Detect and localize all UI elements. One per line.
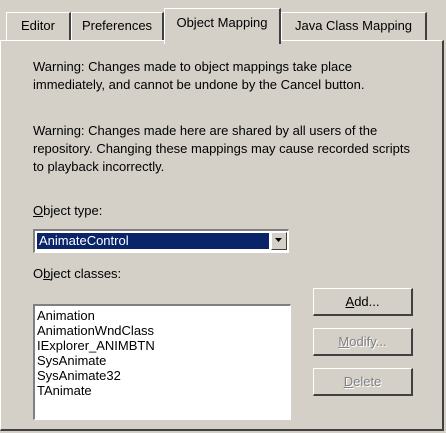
object-classes-list[interactable]: Animation AnimationWndClass IExplorer_AN… (33, 304, 291, 420)
list-item[interactable]: TAnimate (37, 383, 290, 398)
object-type-label-mnemonic: O (33, 203, 44, 218)
chevron-down-icon (275, 238, 282, 242)
list-item[interactable]: SysAnimate32 (37, 368, 290, 383)
warning-immediate-changes: Warning: Changes made to object mappings… (33, 59, 365, 92)
delete-button[interactable]: Delete (313, 368, 413, 396)
object-type-dropdown[interactable]: AnimateControl (33, 229, 289, 253)
object-classes-label-first: O (33, 266, 44, 281)
list-item[interactable]: Animation (37, 308, 290, 323)
modify-button-label: odify... (349, 334, 387, 349)
add-button[interactable]: Add... (313, 288, 413, 316)
object-type-label: Object type: (33, 203, 102, 218)
add-button-label: dd... (354, 294, 380, 309)
warning-shared-repository: Warning: Changes made here are shared by… (33, 123, 410, 174)
object-type-selected-value: AnimateControl (36, 232, 270, 250)
delete-button-label: elete (353, 374, 382, 389)
list-item[interactable]: AnimationWndClass (37, 323, 290, 338)
modify-button[interactable]: Modify... (313, 328, 413, 356)
object-type-label-text: bject type: (43, 203, 103, 218)
object-classes-label: Object classes: (33, 266, 121, 281)
list-item[interactable]: SysAnimate (37, 353, 290, 368)
object-type-dropdown-button[interactable] (271, 232, 287, 250)
object-mapping-panel: Warning: Changes made to object mappings… (0, 40, 444, 431)
object-mapping-dialog: Editor Preferences Object Mapping Java C… (0, 0, 446, 433)
tab-preferences[interactable]: Preferences (71, 12, 164, 40)
object-classes-label-text: ject classes: (50, 266, 122, 281)
tab-object-mapping[interactable]: Object Mapping (164, 8, 281, 44)
tab-editor[interactable]: Editor (6, 12, 71, 40)
modify-button-mnemonic: M (338, 334, 350, 349)
tab-java-class-mapping[interactable]: Java Class Mapping (281, 12, 427, 40)
list-item[interactable]: IExplorer_ANIMBTN (37, 338, 290, 353)
delete-button-mnemonic: D (343, 374, 354, 389)
add-button-mnemonic: A (345, 294, 355, 309)
tab-strip: Editor Preferences Object Mapping Java C… (0, 0, 446, 44)
